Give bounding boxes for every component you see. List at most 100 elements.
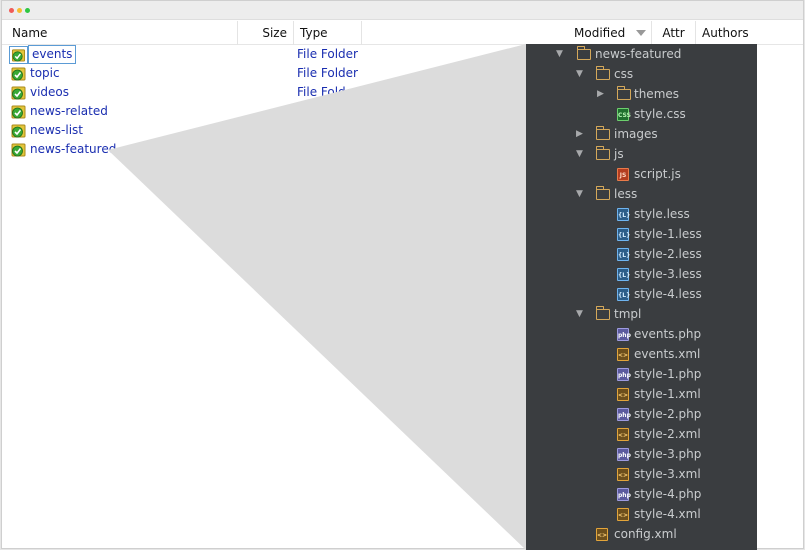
tree-label: style-4.xml: [634, 507, 701, 521]
tree-node-style-1-xml[interactable]: <> style-1.xml: [526, 384, 757, 404]
column-attr[interactable]: Attr: [652, 21, 696, 45]
row-type: File Folder: [297, 85, 358, 99]
column-type[interactable]: Type: [294, 21, 362, 45]
tree-node-style-4-xml[interactable]: <> style-4.xml: [526, 504, 757, 524]
row-type: File Folder: [297, 104, 358, 118]
triangle-right-icon[interactable]: ▶: [576, 124, 586, 144]
xml-file-icon: <>: [596, 528, 608, 541]
tree-label: style.css: [634, 107, 686, 121]
row-name[interactable]: news-featured: [30, 140, 116, 159]
tree-label: style-4.php: [634, 487, 702, 501]
tree-label: less: [614, 187, 638, 201]
tree-node-root[interactable]: ▼ news-featured: [526, 44, 757, 64]
tree-node-style-3-xml[interactable]: <> style-3.xml: [526, 464, 757, 484]
tree-label: style-2.xml: [634, 427, 701, 441]
row-name[interactable]: topic: [30, 64, 60, 83]
sort-descending-icon[interactable]: [636, 30, 646, 36]
tree-node-themes[interactable]: ▶ themes: [526, 84, 757, 104]
column-name[interactable]: Name: [2, 21, 238, 45]
tree-node-events-xml[interactable]: <> events.xml: [526, 344, 757, 364]
folder-check-icon: [11, 124, 26, 138]
triangle-down-icon[interactable]: ▼: [576, 304, 586, 324]
tree-label: images: [614, 127, 658, 141]
triangle-down-icon[interactable]: ▼: [576, 144, 586, 164]
folder-check-icon: [9, 46, 28, 64]
table-row[interactable]: videos File Folder: [2, 83, 522, 102]
tree-node-js[interactable]: ▼ js: [526, 144, 757, 164]
column-size[interactable]: Size: [238, 21, 294, 45]
tree-node-events-php[interactable]: php events.php: [526, 324, 757, 344]
tree-node-style-3-less[interactable]: {L} style-3.less: [526, 264, 757, 284]
tree-node-style-1-less[interactable]: {L} style-1.less: [526, 224, 757, 244]
row-type: File Folder: [297, 66, 358, 80]
table-row[interactable]: news-list File Folder: [2, 121, 522, 140]
tree-node-style-2-less[interactable]: {L} style-2.less: [526, 244, 757, 264]
window-minimize-icon[interactable]: [17, 8, 22, 13]
window-close-icon[interactable]: [9, 8, 14, 13]
tree-label: config.xml: [614, 527, 677, 541]
table-row[interactable]: news-featured File Folder: [2, 140, 522, 159]
folder-icon: [595, 186, 610, 200]
folder-check-icon: [11, 105, 26, 119]
tree-label: style-1.xml: [634, 387, 701, 401]
tree-node-style-3-php[interactable]: php style-3.php: [526, 444, 757, 464]
folder-icon: [595, 126, 610, 140]
tree-label: tmpl: [614, 307, 642, 321]
folder-icon: [595, 146, 610, 160]
tree-label: script.js: [634, 167, 681, 181]
tree-label: style-2.php: [634, 407, 702, 421]
php-file-icon: php: [617, 368, 631, 381]
folder-check-icon: [11, 67, 26, 81]
tree-label: themes: [634, 87, 680, 101]
folder-check-icon: [11, 86, 26, 100]
php-file-icon: php: [617, 448, 631, 461]
title-bar: [2, 1, 803, 20]
triangle-down-icon[interactable]: ▼: [576, 184, 586, 204]
tree-node-style-4-php[interactable]: php style-4.php: [526, 484, 757, 504]
tree-node-style-2-php[interactable]: php style-2.php: [526, 404, 757, 424]
folder-tree-panel: ▼ news-featured ▼ css ▶ themes CSS style…: [526, 44, 757, 550]
table-row[interactable]: topic File Folder: [2, 64, 522, 83]
row-type: File Folder: [297, 123, 358, 137]
tree-node-images[interactable]: ▶ images: [526, 124, 757, 144]
php-file-icon: php: [617, 408, 631, 421]
table-row[interactable]: events File Folder: [2, 45, 522, 64]
tree-node-style-css[interactable]: CSS style.css: [526, 104, 757, 124]
tree-label: style-3.php: [634, 447, 702, 461]
tree-node-style-2-xml[interactable]: <> style-2.xml: [526, 424, 757, 444]
tree-node-script-js[interactable]: JS script.js: [526, 164, 757, 184]
folder-icon: [576, 46, 591, 60]
row-name[interactable]: news-list: [30, 121, 83, 140]
xml-file-icon: <>: [617, 388, 629, 401]
tree-label: style-1.less: [634, 227, 702, 241]
window-maximize-icon[interactable]: [25, 8, 30, 13]
row-name[interactable]: events: [28, 45, 77, 64]
row-name[interactable]: videos: [30, 83, 69, 102]
triangle-down-icon[interactable]: ▼: [556, 44, 566, 64]
table-row[interactable]: news-related File Folder: [2, 102, 522, 121]
tree-node-less[interactable]: ▼ less: [526, 184, 757, 204]
row-type: File Folder: [297, 47, 358, 61]
row-type: File Folder: [297, 142, 358, 156]
tree-node-config-xml[interactable]: <> config.xml: [526, 524, 757, 544]
xml-file-icon: <>: [617, 468, 629, 481]
file-list: events File Folder topic File Folder vid…: [2, 45, 522, 159]
tree-label: news-featured: [595, 47, 682, 61]
column-header: Name Size Type Modified Attr Authors: [2, 21, 803, 45]
xml-file-icon: <>: [617, 348, 629, 361]
tree-node-style-4-less[interactable]: {L} style-4.less: [526, 284, 757, 304]
folder-icon: [616, 86, 631, 100]
triangle-down-icon[interactable]: ▼: [576, 64, 586, 84]
tree-node-style-less[interactable]: {L} style.less: [526, 204, 757, 224]
tree-label: js: [614, 147, 624, 161]
js-file-icon: JS: [617, 168, 629, 181]
triangle-right-icon[interactable]: ▶: [597, 84, 607, 104]
less-file-icon: {L}: [617, 268, 630, 281]
tree-node-css[interactable]: ▼ css: [526, 64, 757, 84]
tree-label: events.xml: [634, 347, 701, 361]
tree-node-tmpl[interactable]: ▼ tmpl: [526, 304, 757, 324]
tree-node-style-1-php[interactable]: php style-1.php: [526, 364, 757, 384]
column-authors[interactable]: Authors: [696, 21, 803, 45]
less-file-icon: {L}: [617, 228, 630, 241]
row-name[interactable]: news-related: [30, 102, 108, 121]
